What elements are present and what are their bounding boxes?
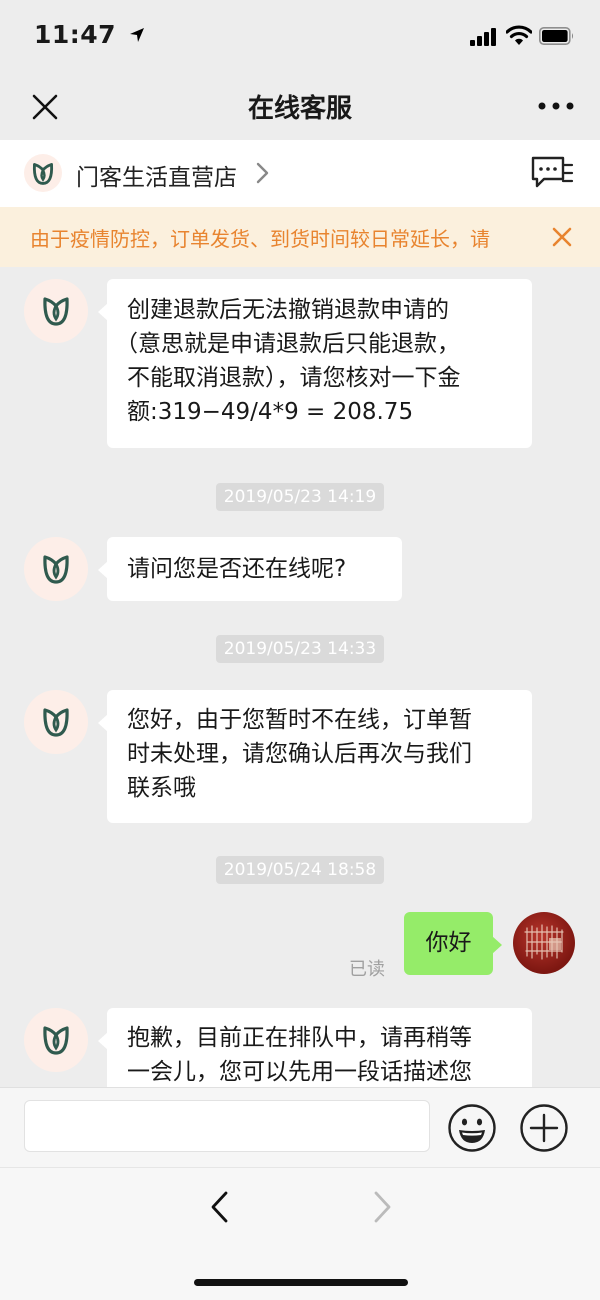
tulip-logo-icon: [43, 708, 69, 737]
location-arrow-icon: [130, 28, 145, 42]
user-avatar[interactable]: [513, 912, 575, 974]
status-time: 11:47: [34, 20, 145, 49]
message-line: 额:319−49/4*9 = 208.75: [127, 399, 414, 425]
timestamp: 2019/05/24 18:58: [0, 856, 600, 884]
signal-icon: [470, 28, 496, 46]
clock: 11:47: [34, 20, 117, 49]
message-line: 创建退款后无法撤销退款申请的: [127, 297, 449, 323]
tulip-logo-icon: [43, 555, 69, 584]
agent-avatar[interactable]: [24, 1008, 88, 1072]
chevron-right-icon[interactable]: [256, 162, 270, 184]
wifi-icon: [506, 25, 532, 45]
agent-avatar[interactable]: [24, 279, 88, 343]
browser-toolbar: [0, 1167, 600, 1300]
message-line: 你好: [425, 930, 472, 956]
agent-message-bubble[interactable]: 您好，由于您暂时不在线，订单暂 时未处理，请您确认后再次与我们 联系哦: [98, 690, 532, 823]
agent-avatar[interactable]: [24, 537, 88, 601]
calligraphy-avatar-image: [524, 924, 564, 960]
page-title: 在线客服: [247, 94, 352, 124]
tulip-logo-icon: [43, 1026, 69, 1055]
chat-message-list[interactable]: 创建退款后无法撤销退款申请的 （意思就是申请退款后只能退款， 不能取消退款），请…: [0, 267, 600, 1087]
plus-icon[interactable]: [519, 1103, 569, 1153]
agent-message-bubble[interactable]: 抱歉，目前正在排队中，请再稍等 一会儿，您可以先用一段话描述您: [98, 1008, 532, 1087]
shop-header[interactable]: 门客生活直营店: [0, 140, 600, 207]
agent-message-bubble[interactable]: 请问您是否还在线呢?: [98, 537, 402, 601]
back-icon[interactable]: [206, 1190, 236, 1224]
timestamp-label: 2019/05/23 14:33: [215, 635, 385, 663]
tulip-logo-icon: [43, 297, 69, 326]
home-indicator[interactable]: [194, 1279, 408, 1286]
message-line: （意思就是申请退款后只能退款，: [115, 331, 460, 357]
nav-bar: 在线客服: [0, 72, 600, 140]
message-line: 抱歉，目前正在排队中，请再稍等: [127, 1025, 472, 1051]
battery-icon: [539, 27, 573, 45]
timestamp: 2019/05/23 14:19: [0, 483, 600, 511]
message-line: 请问您是否还在线呢?: [127, 556, 347, 582]
message-line: 不能取消退款），请您核对一下金: [127, 365, 461, 391]
user-message-bubble[interactable]: 你好: [404, 912, 502, 975]
tulip-logo-icon: [24, 154, 62, 192]
agent-message-bubble[interactable]: 创建退款后无法撤销退款申请的 （意思就是申请退款后只能退款， 不能取消退款），请…: [98, 279, 532, 448]
notice-text: 由于疫情防控，订单发货、到货时间较日常延长，请: [30, 227, 490, 251]
message-composer: [0, 1087, 600, 1168]
message-line: 一会儿，您可以先用一段话描述您: [127, 1059, 472, 1085]
status-bar: 11:47: [0, 0, 600, 72]
agent-avatar[interactable]: [24, 690, 88, 754]
more-icon[interactable]: [536, 100, 576, 112]
timestamp-label: 2019/05/23 14:19: [215, 483, 385, 511]
shop-name[interactable]: 门客生活直营店: [76, 158, 237, 192]
read-receipt: 已读: [349, 959, 385, 980]
notice-banner: 由于疫情防控，订单发货、到货时间较日常延长，请: [0, 207, 600, 267]
timestamp-label: 2019/05/24 18:58: [215, 856, 385, 884]
timestamp: 2019/05/23 14:33: [0, 635, 600, 663]
message-line: 联系哦: [127, 775, 196, 801]
message-line: 您好，由于您暂时不在线，订单暂: [127, 707, 472, 733]
message-input[interactable]: [24, 1100, 430, 1152]
close-notice-icon[interactable]: [551, 226, 573, 248]
emoji-icon[interactable]: [447, 1103, 497, 1153]
forward-icon[interactable]: [366, 1190, 396, 1224]
message-line: 时未处理，请您确认后再次与我们: [127, 741, 472, 767]
customer-service-icon[interactable]: [530, 155, 574, 191]
